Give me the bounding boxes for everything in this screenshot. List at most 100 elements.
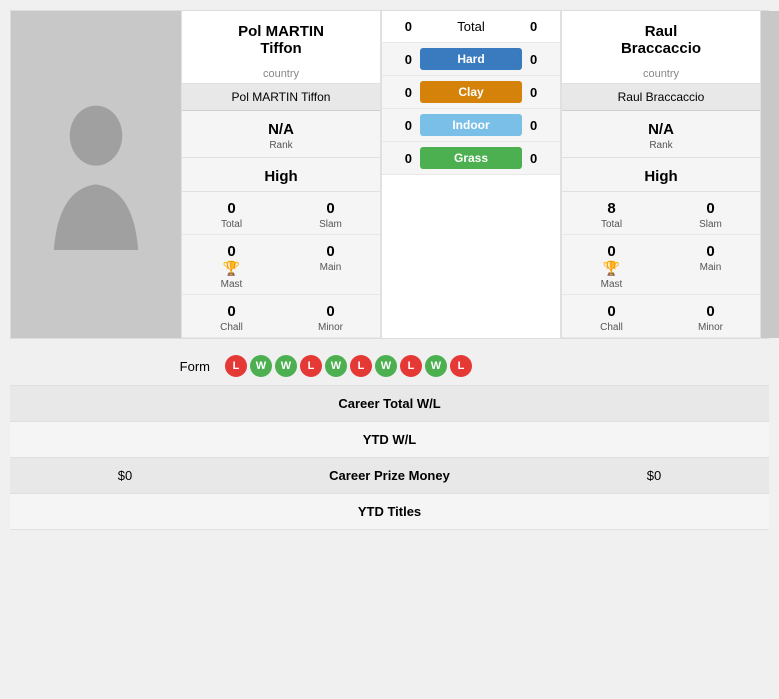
prize-right: $0 xyxy=(554,468,754,483)
player2-chall: 0 Chall xyxy=(562,295,661,337)
grass-score-right: 0 xyxy=(522,151,552,166)
player2-main-label: Main xyxy=(665,262,756,273)
player1-name-line2: Tiffon xyxy=(260,40,301,57)
form-badge-win: W xyxy=(275,355,297,377)
player1-mast: 0 🏆 Mast xyxy=(182,235,281,294)
player1-main: 0 Main xyxy=(281,235,380,294)
form-badge-win: W xyxy=(425,355,447,377)
indoor-badge: Indoor xyxy=(420,114,522,136)
prize-left: $0 xyxy=(25,468,225,483)
hard-score-left: 0 xyxy=(390,52,420,67)
form-badge-loss: L xyxy=(225,355,247,377)
player2-rank: N/A Rank xyxy=(562,111,760,158)
total-row: 0 Total 0 xyxy=(382,11,560,43)
player2-name-header: Raul Braccaccio xyxy=(562,11,760,65)
player2-high-value: High xyxy=(566,168,756,185)
form-badge-loss: L xyxy=(450,355,472,377)
player2-total-label: Total xyxy=(566,219,657,230)
player1-high: High xyxy=(182,158,380,192)
clay-score-right: 0 xyxy=(522,85,552,100)
hard-score-right: 0 xyxy=(522,52,552,67)
player1-slam-value: 0 xyxy=(285,200,376,217)
player2-chall-value: 0 xyxy=(566,303,657,320)
player2-mast-main-row: 0 🏆 Mast 0 Main xyxy=(562,235,760,295)
total-label: Total xyxy=(420,19,522,34)
player2-mast-label: Mast xyxy=(566,279,657,290)
player2-total: 8 Total xyxy=(562,192,661,234)
indoor-row: 0 Indoor 0 xyxy=(382,109,560,142)
player2-total-value: 8 xyxy=(566,200,657,217)
player1-rank-label: Rank xyxy=(186,140,376,151)
player1-rank-value: N/A xyxy=(186,121,376,138)
player2-country: country xyxy=(562,65,760,84)
player1-chall-label: Chall xyxy=(186,322,277,333)
player1-photo xyxy=(11,11,181,338)
player1-high-value: High xyxy=(186,168,376,185)
clay-row: 0 Clay 0 xyxy=(382,76,560,109)
ytd-titles-row: YTD Titles xyxy=(10,494,769,530)
total-score-right: 0 xyxy=(522,19,552,34)
ytd-label: YTD W/L xyxy=(25,432,754,447)
indoor-score-right: 0 xyxy=(522,118,552,133)
player1-mast-label: Mast xyxy=(186,279,277,290)
player1-name-below: Pol MARTIN Tiffon xyxy=(182,84,380,111)
player2-slam: 0 Slam xyxy=(661,192,760,234)
player2-mast-value: 0 xyxy=(566,243,657,260)
player1-name-header: Pol MARTIN Tiffon xyxy=(182,11,380,65)
player1-chall-minor-row: 0 Chall 0 Minor xyxy=(182,295,380,338)
form-badge-loss: L xyxy=(400,355,422,377)
player2-minor: 0 Minor xyxy=(661,295,760,337)
player1-stats-panel: Pol MARTIN Tiffon country Pol MARTIN Tif… xyxy=(181,11,381,338)
player2-name-line1: Raul xyxy=(645,23,678,40)
player1-minor-label: Minor xyxy=(285,322,376,333)
form-badge-win: W xyxy=(375,355,397,377)
player1-trophy-icon: 🏆 xyxy=(223,260,240,276)
player2-photo xyxy=(761,11,779,338)
player2-high: High xyxy=(562,158,760,192)
player2-total-slam-row: 8 Total 0 Slam xyxy=(562,192,760,235)
form-section: Form LWWLWLWLWL xyxy=(10,347,769,386)
main-container: Pol MARTIN Tiffon country Pol MARTIN Tif… xyxy=(0,0,779,540)
prize-label: Career Prize Money xyxy=(225,468,554,483)
player1-silhouette xyxy=(41,100,151,250)
form-label: Form xyxy=(25,359,225,374)
career-row: Career Total W/L xyxy=(10,386,769,422)
ytd-row: YTD W/L xyxy=(10,422,769,458)
players-section: Pol MARTIN Tiffon country Pol MARTIN Tif… xyxy=(10,10,769,339)
middle-section: 0 Total 0 0 Hard 0 0 Clay 0 0 Indoor 0 0 xyxy=(381,11,561,338)
player2-stats-panel: Raul Braccaccio country Raul Braccaccio … xyxy=(561,11,761,338)
prize-row: $0 Career Prize Money $0 xyxy=(10,458,769,494)
form-badges: LWWLWLWLWL xyxy=(225,355,472,377)
player1-total-label: Total xyxy=(186,219,277,230)
form-badge-loss: L xyxy=(350,355,372,377)
player1-slam-label: Slam xyxy=(285,219,376,230)
player2-mast: 0 🏆 Mast xyxy=(562,235,661,294)
clay-score-left: 0 xyxy=(390,85,420,100)
player2-rank-value: N/A xyxy=(566,121,756,138)
player1-main-label: Main xyxy=(285,262,376,273)
player2-chall-minor-row: 0 Chall 0 Minor xyxy=(562,295,760,338)
player1-minor: 0 Minor xyxy=(281,295,380,337)
hard-row: 0 Hard 0 xyxy=(382,43,560,76)
player1-name-line1: Pol MARTIN xyxy=(238,23,324,40)
player2-rank-label: Rank xyxy=(566,140,756,151)
hard-badge: Hard xyxy=(420,48,522,70)
player2-minor-value: 0 xyxy=(665,303,756,320)
player2-chall-label: Chall xyxy=(566,322,657,333)
grass-score-left: 0 xyxy=(390,151,420,166)
form-badge-loss: L xyxy=(300,355,322,377)
player1-rank: N/A Rank xyxy=(182,111,380,158)
player1-total-value: 0 xyxy=(186,200,277,217)
player2-slam-label: Slam xyxy=(665,219,756,230)
ytd-titles-label: YTD Titles xyxy=(25,504,754,519)
indoor-score-left: 0 xyxy=(390,118,420,133)
career-label: Career Total W/L xyxy=(225,396,554,411)
player1-slam: 0 Slam xyxy=(281,192,380,234)
player1-chall: 0 Chall xyxy=(182,295,281,337)
grass-row: 0 Grass 0 xyxy=(382,142,560,175)
grass-badge: Grass xyxy=(420,147,522,169)
bottom-section: Form LWWLWLWLWL Career Total W/L YTD W/L… xyxy=(10,347,769,530)
player2-minor-label: Minor xyxy=(665,322,756,333)
player1-total-slam-row: 0 Total 0 Slam xyxy=(182,192,380,235)
player1-chall-value: 0 xyxy=(186,303,277,320)
